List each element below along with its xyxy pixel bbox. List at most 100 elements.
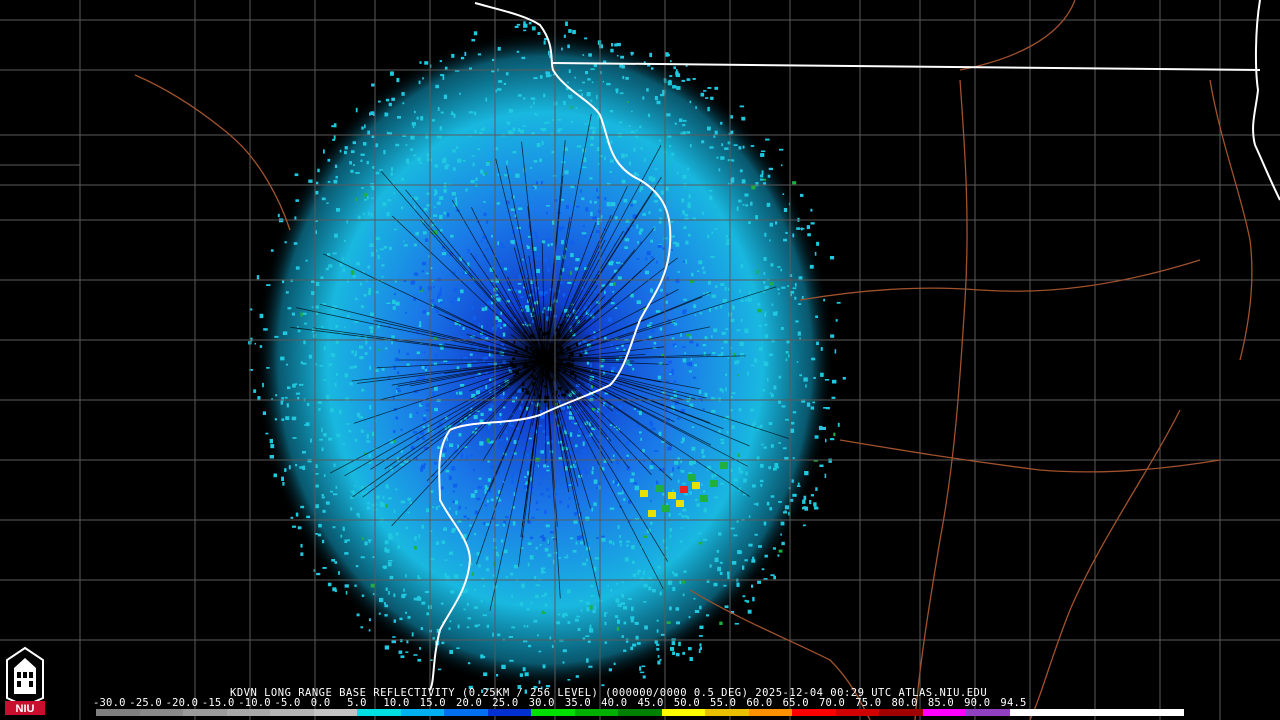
echo-pixel bbox=[522, 667, 526, 672]
echo-pixel bbox=[455, 445, 458, 449]
echo-pixel bbox=[590, 211, 593, 216]
echo-pixel bbox=[539, 475, 542, 478]
echo-pixel bbox=[682, 210, 685, 215]
echo-pixel bbox=[397, 545, 400, 549]
echo-pixel bbox=[698, 635, 703, 637]
echo-pixel bbox=[442, 75, 445, 80]
echo-pixel bbox=[364, 352, 368, 355]
echo-pixel bbox=[558, 226, 563, 231]
echo-pixel bbox=[527, 542, 532, 545]
echo-pixel bbox=[367, 539, 372, 542]
echo-pixel bbox=[397, 390, 401, 393]
echo-pixel bbox=[629, 161, 631, 165]
echo-pixel bbox=[654, 96, 658, 101]
echo-pixel bbox=[737, 374, 739, 377]
echo-pixel bbox=[393, 619, 396, 623]
echo-pixel bbox=[592, 466, 594, 470]
scale-label: 85.0 bbox=[927, 697, 954, 709]
echo-pixel bbox=[801, 296, 804, 300]
echo-pixel bbox=[748, 291, 751, 295]
echo-pixel bbox=[421, 365, 425, 370]
echo-pixel bbox=[523, 97, 526, 100]
echo-pixel bbox=[590, 99, 593, 102]
echo-pixel bbox=[563, 34, 566, 38]
echo-pixel bbox=[691, 446, 696, 451]
echo-pixel bbox=[824, 379, 830, 381]
echo-pixel bbox=[544, 509, 547, 515]
echo-pixel bbox=[523, 625, 526, 628]
scale-swatch bbox=[183, 709, 227, 716]
echo-pixel bbox=[519, 406, 522, 411]
echo-pixel bbox=[506, 121, 510, 125]
echo-pixel bbox=[682, 358, 687, 363]
echo-pixel bbox=[739, 470, 744, 474]
echo-pixel bbox=[624, 246, 628, 249]
echo-pixel bbox=[441, 641, 445, 645]
echo-pixel bbox=[376, 503, 378, 505]
echo-pixel bbox=[611, 43, 614, 47]
echo-pixel bbox=[680, 469, 683, 472]
echo-pixel bbox=[625, 638, 629, 643]
echo-pixel bbox=[336, 433, 341, 437]
echo-pixel bbox=[387, 533, 392, 537]
echo-pixel bbox=[559, 500, 563, 504]
echo-pixel bbox=[388, 497, 392, 500]
echo-pixel bbox=[760, 153, 765, 157]
echo-pixel bbox=[310, 438, 312, 443]
echo-pixel bbox=[419, 286, 423, 291]
echo-pixel bbox=[680, 527, 683, 529]
echo-pixel bbox=[441, 453, 445, 458]
echo-pixel bbox=[582, 562, 587, 566]
echo-pixel bbox=[490, 353, 494, 358]
echo-pixel bbox=[792, 287, 797, 290]
echo-pixel bbox=[533, 619, 538, 623]
echo-pixel bbox=[361, 594, 365, 597]
echo-pixel bbox=[686, 516, 690, 520]
echo-pixel bbox=[438, 291, 442, 296]
echo-pixel bbox=[333, 493, 338, 496]
echo-pixel bbox=[265, 432, 269, 435]
echo-pixel bbox=[739, 169, 743, 173]
echo-pixel bbox=[433, 206, 436, 208]
echo-pixel bbox=[439, 214, 443, 220]
scale-label: -25.0 bbox=[129, 697, 162, 709]
echo-pixel bbox=[677, 271, 680, 273]
echo-pixel bbox=[540, 492, 544, 496]
echo-pixel bbox=[785, 358, 788, 362]
echo-pixel bbox=[641, 665, 646, 668]
echo-pixel bbox=[615, 582, 618, 585]
echo-pixel bbox=[419, 403, 421, 407]
echo-pixel bbox=[594, 557, 599, 560]
storm-pixel bbox=[688, 474, 696, 481]
echo-pixel bbox=[689, 472, 692, 474]
echo-pixel bbox=[688, 616, 691, 619]
echo-pixel bbox=[677, 466, 680, 469]
echo-pixel bbox=[547, 553, 552, 557]
echo-pixel bbox=[422, 437, 426, 440]
echo-pixel bbox=[327, 582, 332, 587]
echo-pixel bbox=[353, 485, 356, 487]
echo-pixel bbox=[584, 37, 588, 40]
echo-pixel bbox=[781, 286, 786, 289]
echo-pixel bbox=[598, 254, 600, 257]
echo-pixel bbox=[389, 246, 392, 251]
echo-pixel bbox=[709, 307, 711, 312]
echo-pixel bbox=[322, 509, 326, 513]
echo-pixel bbox=[624, 330, 626, 333]
echo-pixel bbox=[484, 485, 488, 488]
echo-pixel bbox=[524, 672, 529, 677]
echo-pixel bbox=[631, 472, 635, 476]
echo-pixel bbox=[650, 500, 652, 502]
echo-pixel bbox=[286, 403, 289, 408]
echo-pixel bbox=[415, 231, 419, 236]
echo-pixel bbox=[697, 532, 702, 535]
echo-pixel bbox=[782, 447, 787, 450]
echo-pixel bbox=[830, 256, 835, 260]
echo-pixel bbox=[626, 441, 630, 446]
echo-pixel bbox=[361, 537, 364, 540]
echo-pixel bbox=[780, 533, 782, 536]
echo-pixel bbox=[506, 437, 508, 441]
echo-pixel bbox=[477, 148, 480, 151]
echo-pixel bbox=[500, 242, 504, 246]
echo-pixel bbox=[621, 153, 625, 158]
